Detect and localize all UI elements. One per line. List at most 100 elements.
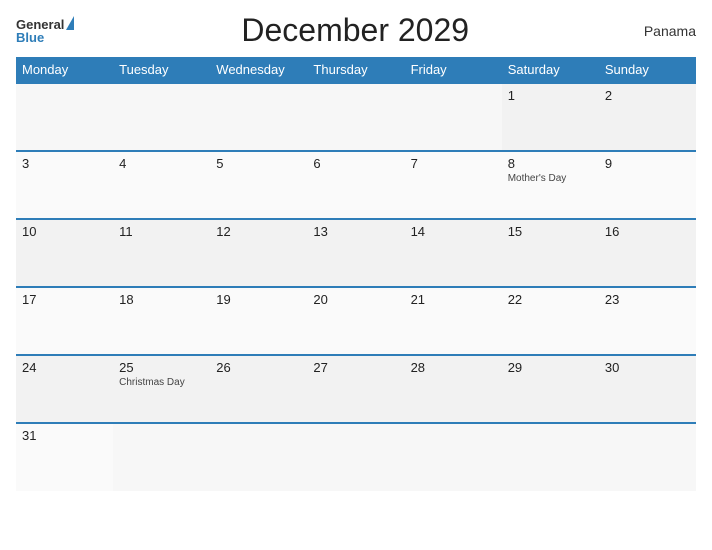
calendar-cell: 1 bbox=[502, 83, 599, 151]
day-number: 18 bbox=[119, 292, 204, 307]
day-number: 28 bbox=[411, 360, 496, 375]
weekday-saturday: Saturday bbox=[502, 57, 599, 83]
calendar-week-row: 17 18 19 20 21 22 23 bbox=[16, 287, 696, 355]
day-number: 13 bbox=[313, 224, 398, 239]
calendar-cell: 11 bbox=[113, 219, 210, 287]
calendar-cell: 16 bbox=[599, 219, 696, 287]
calendar-cell: 25 Christmas Day bbox=[113, 355, 210, 423]
logo-row1: General bbox=[16, 18, 74, 31]
day-number: 5 bbox=[216, 156, 301, 171]
day-number: 24 bbox=[22, 360, 107, 375]
calendar-cell bbox=[502, 423, 599, 491]
calendar-cell: 4 bbox=[113, 151, 210, 219]
day-number: 12 bbox=[216, 224, 301, 239]
event-label: Christmas Day bbox=[119, 377, 204, 388]
calendar-cell bbox=[599, 423, 696, 491]
calendar-cell: 30 bbox=[599, 355, 696, 423]
calendar-cell: 26 bbox=[210, 355, 307, 423]
day-number: 9 bbox=[605, 156, 690, 171]
calendar-cell: 5 bbox=[210, 151, 307, 219]
calendar-cell: 6 bbox=[307, 151, 404, 219]
calendar-cell: 13 bbox=[307, 219, 404, 287]
event-label: Mother's Day bbox=[508, 173, 593, 184]
day-number: 29 bbox=[508, 360, 593, 375]
calendar-cell: 29 bbox=[502, 355, 599, 423]
calendar-cell: 23 bbox=[599, 287, 696, 355]
calendar-cell bbox=[113, 423, 210, 491]
calendar-week-row: 24 25 Christmas Day 26 27 28 29 30 bbox=[16, 355, 696, 423]
calendar-page: General Blue December 2029 Panama Monday… bbox=[0, 0, 712, 550]
calendar-week-row: 12 bbox=[16, 83, 696, 151]
month-title: December 2029 bbox=[74, 12, 636, 49]
calendar-cell bbox=[16, 83, 113, 151]
calendar-cell: 3 bbox=[16, 151, 113, 219]
day-number: 4 bbox=[119, 156, 204, 171]
day-number: 16 bbox=[605, 224, 690, 239]
calendar-header-row: MondayTuesdayWednesdayThursdayFridaySatu… bbox=[16, 57, 696, 83]
calendar-cell: 10 bbox=[16, 219, 113, 287]
day-number: 6 bbox=[313, 156, 398, 171]
day-number: 25 bbox=[119, 360, 204, 375]
logo: General Blue bbox=[16, 18, 74, 44]
country-label: Panama bbox=[636, 23, 696, 39]
day-number: 1 bbox=[508, 88, 593, 103]
weekday-tuesday: Tuesday bbox=[113, 57, 210, 83]
calendar-header: General Blue December 2029 Panama bbox=[16, 12, 696, 49]
weekday-monday: Monday bbox=[16, 57, 113, 83]
weekday-friday: Friday bbox=[405, 57, 502, 83]
calendar-cell: 15 bbox=[502, 219, 599, 287]
calendar-cell: 12 bbox=[210, 219, 307, 287]
day-number: 26 bbox=[216, 360, 301, 375]
calendar-cell: 18 bbox=[113, 287, 210, 355]
weekday-thursday: Thursday bbox=[307, 57, 404, 83]
calendar-cell bbox=[210, 423, 307, 491]
day-number: 15 bbox=[508, 224, 593, 239]
calendar-cell bbox=[405, 83, 502, 151]
calendar-cell: 17 bbox=[16, 287, 113, 355]
calendar-week-row: 345678 Mother's Day 9 bbox=[16, 151, 696, 219]
day-number: 8 bbox=[508, 156, 593, 171]
day-number: 27 bbox=[313, 360, 398, 375]
calendar-cell: 20 bbox=[307, 287, 404, 355]
calendar-cell: 9 bbox=[599, 151, 696, 219]
day-number: 10 bbox=[22, 224, 107, 239]
day-number: 7 bbox=[411, 156, 496, 171]
weekday-wednesday: Wednesday bbox=[210, 57, 307, 83]
day-number: 31 bbox=[22, 428, 107, 443]
calendar-cell bbox=[307, 423, 404, 491]
day-number: 21 bbox=[411, 292, 496, 307]
day-number: 19 bbox=[216, 292, 301, 307]
calendar-cell: 28 bbox=[405, 355, 502, 423]
logo-block: General Blue bbox=[16, 18, 74, 44]
day-number: 2 bbox=[605, 88, 690, 103]
calendar-cell: 22 bbox=[502, 287, 599, 355]
logo-general-text: General bbox=[16, 18, 64, 31]
calendar-cell bbox=[307, 83, 404, 151]
calendar-cell: 14 bbox=[405, 219, 502, 287]
day-number: 14 bbox=[411, 224, 496, 239]
calendar-week-row: 10 11 12 13 14 15 16 bbox=[16, 219, 696, 287]
calendar-cell: 19 bbox=[210, 287, 307, 355]
calendar-cell bbox=[113, 83, 210, 151]
calendar-table: MondayTuesdayWednesdayThursdayFridaySatu… bbox=[16, 57, 696, 491]
day-number: 11 bbox=[119, 224, 204, 239]
calendar-cell: 31 bbox=[16, 423, 113, 491]
logo-blue-text: Blue bbox=[16, 31, 44, 44]
day-number: 20 bbox=[313, 292, 398, 307]
calendar-cell: 24 bbox=[16, 355, 113, 423]
calendar-cell: 8 Mother's Day bbox=[502, 151, 599, 219]
weekday-sunday: Sunday bbox=[599, 57, 696, 83]
calendar-week-row: 31 bbox=[16, 423, 696, 491]
day-number: 23 bbox=[605, 292, 690, 307]
day-number: 3 bbox=[22, 156, 107, 171]
calendar-cell: 2 bbox=[599, 83, 696, 151]
day-number: 17 bbox=[22, 292, 107, 307]
weekday-header-row: MondayTuesdayWednesdayThursdayFridaySatu… bbox=[16, 57, 696, 83]
logo-triangle-icon bbox=[66, 16, 74, 30]
calendar-cell bbox=[210, 83, 307, 151]
calendar-body: 12345678Mother's Day91011121314151617181… bbox=[16, 83, 696, 491]
day-number: 22 bbox=[508, 292, 593, 307]
calendar-cell bbox=[405, 423, 502, 491]
calendar-cell: 7 bbox=[405, 151, 502, 219]
calendar-cell: 21 bbox=[405, 287, 502, 355]
